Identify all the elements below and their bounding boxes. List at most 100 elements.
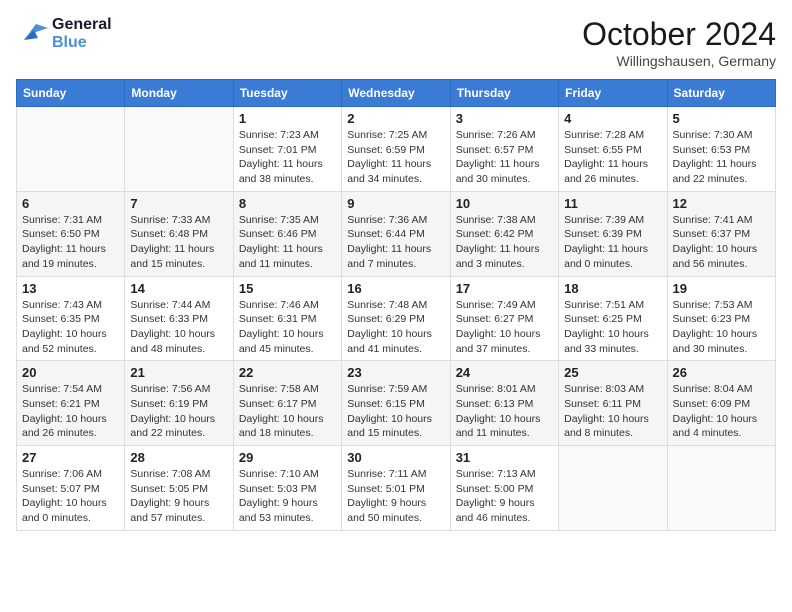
calendar-cell: 18 Sunrise: 7:51 AM Sunset: 6:25 PM Dayli… [559,276,667,361]
calendar-cell: 15 Sunrise: 7:46 AM Sunset: 6:31 PM Dayli… [233,276,341,361]
day-info: Sunrise: 7:13 AM Sunset: 5:00 PM Dayligh… [456,467,553,526]
calendar-cell: 13Sunrise: 7:43 AM Sunset: 6:35 PM Dayli… [17,276,125,361]
calendar-cell: 4 Sunrise: 7:28 AM Sunset: 6:55 PM Daylig… [559,107,667,192]
day-number: 15 [239,281,336,296]
calendar-cell [125,107,233,192]
day-info: Sunrise: 7:56 AM Sunset: 6:19 PM Dayligh… [130,382,227,441]
day-number: 3 [456,111,553,126]
calendar-cell: 30Sunrise: 7:11 AM Sunset: 5:01 PM Dayli… [342,446,450,531]
calendar-week-row: 6Sunrise: 7:31 AM Sunset: 6:50 PM Daylig… [17,191,776,276]
calendar-table: SundayMondayTuesdayWednesdayThursdayFrid… [16,79,776,531]
day-info: Sunrise: 7:33 AM Sunset: 6:48 PM Dayligh… [130,213,227,272]
day-number: 18 [564,281,661,296]
logo: General Blue [16,16,112,52]
day-info: Sunrise: 7:35 AM Sunset: 6:46 PM Dayligh… [239,213,336,272]
calendar-cell [17,107,125,192]
calendar-cell: 1Sunrise: 7:23 AM Sunset: 7:01 PM Daylig… [233,107,341,192]
day-number: 11 [564,196,661,211]
day-number: 28 [130,450,227,465]
day-number: 30 [347,450,444,465]
calendar-cell: 22 Sunrise: 7:58 AM Sunset: 6:17 PM Dayli… [233,361,341,446]
calendar-cell: 21 Sunrise: 7:56 AM Sunset: 6:19 PM Dayli… [125,361,233,446]
calendar-cell: 3 Sunrise: 7:26 AM Sunset: 6:57 PM Daylig… [450,107,558,192]
calendar-cell: 7 Sunrise: 7:33 AM Sunset: 6:48 PM Daylig… [125,191,233,276]
day-number: 9 [347,196,444,211]
day-number: 19 [673,281,770,296]
weekday-header-thursday: Thursday [450,80,558,107]
calendar-cell: 11 Sunrise: 7:39 AM Sunset: 6:39 PM Dayli… [559,191,667,276]
calendar-cell: 17Sunrise: 7:49 AM Sunset: 6:27 PM Dayli… [450,276,558,361]
day-info: Sunrise: 7:53 AM Sunset: 6:23 PM Dayligh… [673,298,770,357]
day-info: Sunrise: 7:54 AM Sunset: 6:21 PM Dayligh… [22,382,119,441]
day-info: Sunrise: 7:31 AM Sunset: 6:50 PM Dayligh… [22,213,119,272]
day-number: 23 [347,365,444,380]
page-header: General Blue October 2024 Willingshausen… [16,16,776,69]
day-number: 7 [130,196,227,211]
calendar-week-row: 1Sunrise: 7:23 AM Sunset: 7:01 PM Daylig… [17,107,776,192]
weekday-header-tuesday: Tuesday [233,80,341,107]
day-info: Sunrise: 7:30 AM Sunset: 6:53 PM Dayligh… [673,128,770,187]
day-number: 27 [22,450,119,465]
day-number: 24 [456,365,553,380]
day-number: 29 [239,450,336,465]
day-info: Sunrise: 7:44 AM Sunset: 6:33 PM Dayligh… [130,298,227,357]
day-info: Sunrise: 7:58 AM Sunset: 6:17 PM Dayligh… [239,382,336,441]
calendar-cell: 20 Sunrise: 7:54 AM Sunset: 6:21 PM Dayli… [17,361,125,446]
calendar-cell: 29 Sunrise: 7:10 AM Sunset: 5:03 PM Dayli… [233,446,341,531]
day-info: Sunrise: 8:01 AM Sunset: 6:13 PM Dayligh… [456,382,553,441]
day-info: Sunrise: 7:38 AM Sunset: 6:42 PM Dayligh… [456,213,553,272]
calendar-cell: 8 Sunrise: 7:35 AM Sunset: 6:46 PM Daylig… [233,191,341,276]
weekday-header-wednesday: Wednesday [342,80,450,107]
calendar-cell: 27Sunrise: 7:06 AM Sunset: 5:07 PM Dayli… [17,446,125,531]
day-info: Sunrise: 7:48 AM Sunset: 6:29 PM Dayligh… [347,298,444,357]
day-number: 2 [347,111,444,126]
day-number: 21 [130,365,227,380]
calendar-cell [667,446,775,531]
day-number: 20 [22,365,119,380]
day-number: 1 [239,111,336,126]
day-number: 12 [673,196,770,211]
day-info: Sunrise: 8:04 AM Sunset: 6:09 PM Dayligh… [673,382,770,441]
day-number: 31 [456,450,553,465]
day-info: Sunrise: 8:03 AM Sunset: 6:11 PM Dayligh… [564,382,661,441]
weekday-header-saturday: Saturday [667,80,775,107]
title-area: October 2024 Willingshausen, Germany [582,16,776,69]
day-info: Sunrise: 7:39 AM Sunset: 6:39 PM Dayligh… [564,213,661,272]
day-number: 22 [239,365,336,380]
month-title: October 2024 [582,16,776,53]
day-info: Sunrise: 7:46 AM Sunset: 6:31 PM Dayligh… [239,298,336,357]
day-number: 25 [564,365,661,380]
day-number: 5 [673,111,770,126]
calendar-cell: 24 Sunrise: 8:01 AM Sunset: 6:13 PM Dayli… [450,361,558,446]
day-info: Sunrise: 7:36 AM Sunset: 6:44 PM Dayligh… [347,213,444,272]
calendar-cell: 10 Sunrise: 7:38 AM Sunset: 6:42 PM Dayli… [450,191,558,276]
calendar-cell: 28 Sunrise: 7:08 AM Sunset: 5:05 PM Dayli… [125,446,233,531]
day-info: Sunrise: 7:08 AM Sunset: 5:05 PM Dayligh… [130,467,227,526]
calendar-cell: 14 Sunrise: 7:44 AM Sunset: 6:33 PM Dayli… [125,276,233,361]
location-subtitle: Willingshausen, Germany [582,53,776,69]
day-info: Sunrise: 7:28 AM Sunset: 6:55 PM Dayligh… [564,128,661,187]
calendar-cell: 2 Sunrise: 7:25 AM Sunset: 6:59 PM Daylig… [342,107,450,192]
calendar-cell: 6Sunrise: 7:31 AM Sunset: 6:50 PM Daylig… [17,191,125,276]
day-number: 17 [456,281,553,296]
day-number: 4 [564,111,661,126]
day-number: 10 [456,196,553,211]
calendar-cell [559,446,667,531]
day-number: 8 [239,196,336,211]
day-info: Sunrise: 7:26 AM Sunset: 6:57 PM Dayligh… [456,128,553,187]
day-number: 16 [347,281,444,296]
calendar-cell: 26Sunrise: 8:04 AM Sunset: 6:09 PM Dayli… [667,361,775,446]
day-number: 13 [22,281,119,296]
logo-text: General Blue [52,16,112,52]
weekday-header-friday: Friday [559,80,667,107]
calendar-week-row: 20 Sunrise: 7:54 AM Sunset: 6:21 PM Dayli… [17,361,776,446]
weekday-header-row: SundayMondayTuesdayWednesdayThursdayFrid… [17,80,776,107]
calendar-cell: 23Sunrise: 7:59 AM Sunset: 6:15 PM Dayli… [342,361,450,446]
calendar-cell: 31 Sunrise: 7:13 AM Sunset: 5:00 PM Dayli… [450,446,558,531]
day-number: 14 [130,281,227,296]
logo-icon [16,20,48,48]
day-info: Sunrise: 7:51 AM Sunset: 6:25 PM Dayligh… [564,298,661,357]
calendar-cell: 9 Sunrise: 7:36 AM Sunset: 6:44 PM Daylig… [342,191,450,276]
day-info: Sunrise: 7:25 AM Sunset: 6:59 PM Dayligh… [347,128,444,187]
day-info: Sunrise: 7:10 AM Sunset: 5:03 PM Dayligh… [239,467,336,526]
